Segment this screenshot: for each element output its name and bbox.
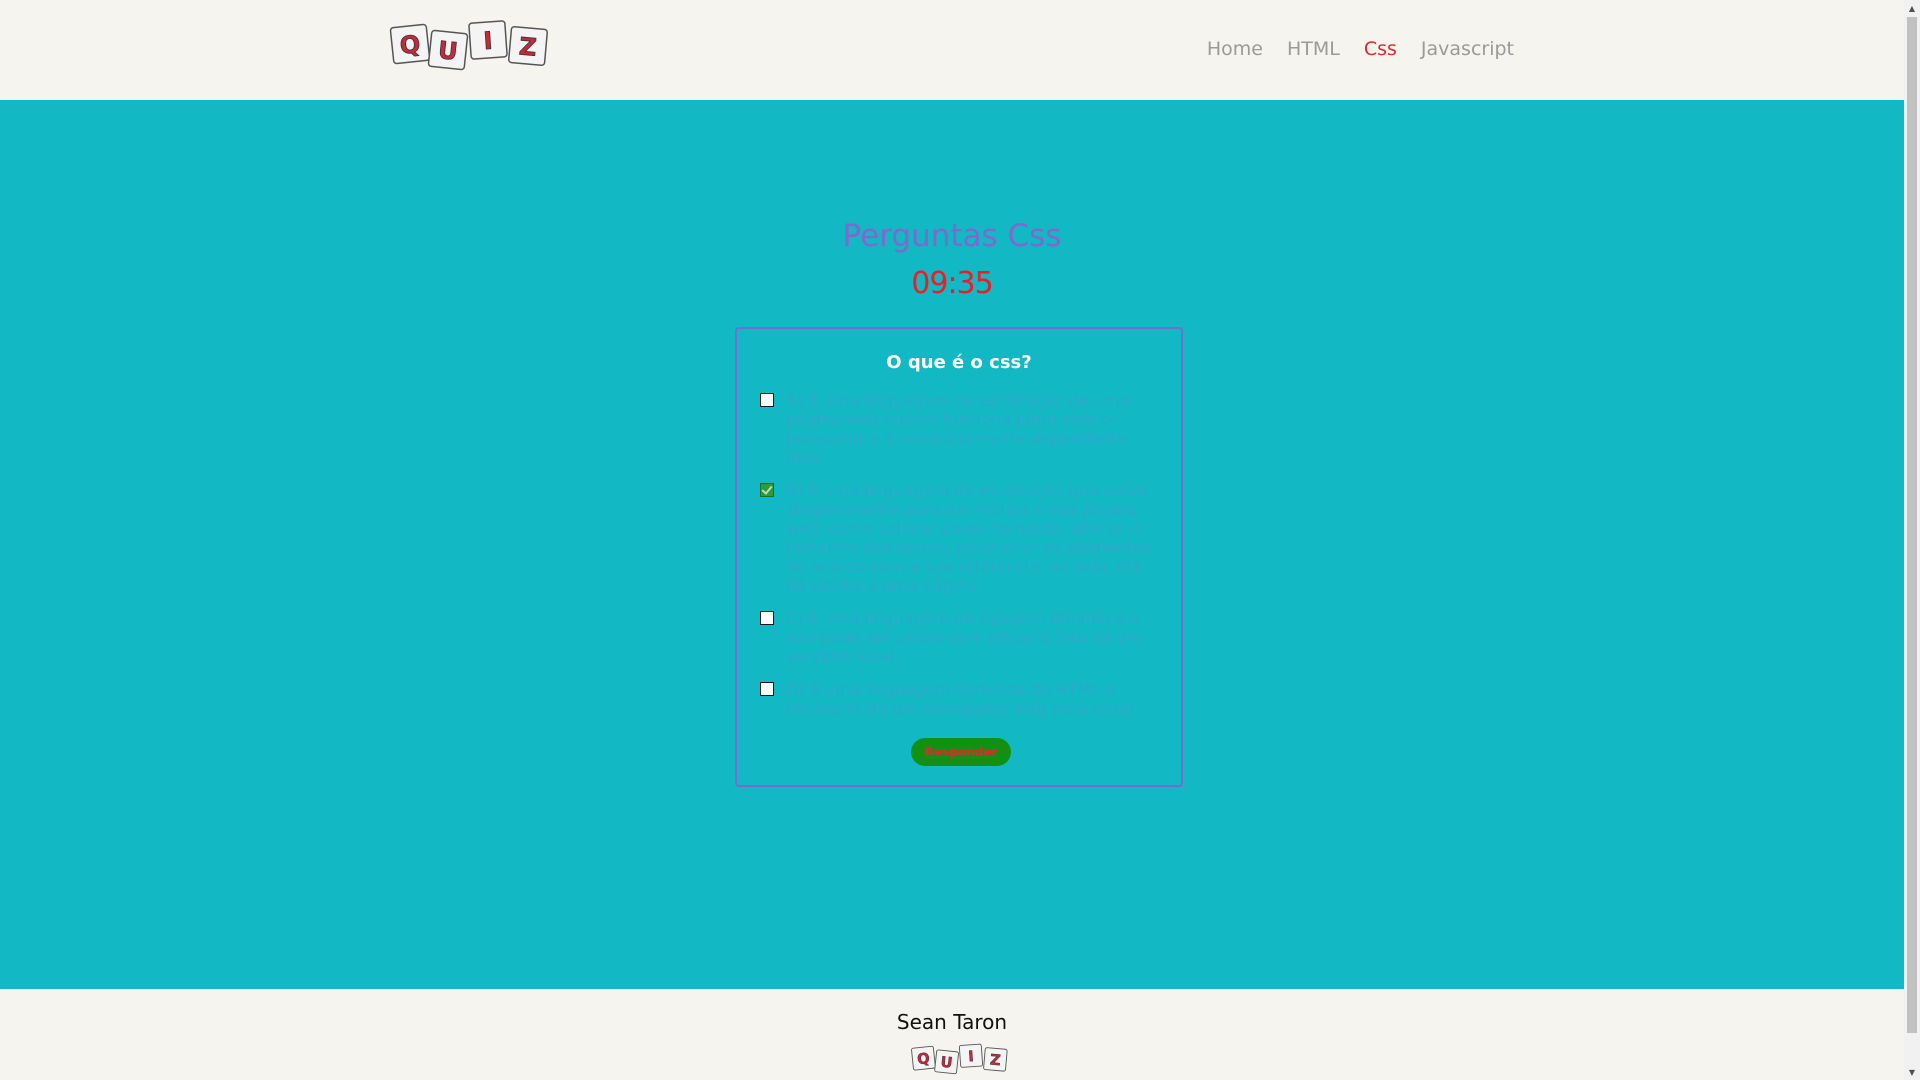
checkbox-icon[interactable]	[760, 682, 774, 696]
quiz-section: Perguntas Css 09:35 O que é o css? A) É …	[0, 100, 1904, 989]
option-a-label: A) É uma linguagem de estilização de uma…	[786, 391, 1130, 467]
nav-html[interactable]: HTML	[1287, 38, 1340, 60]
checkbox-checked-icon[interactable]	[760, 483, 774, 497]
option-c[interactable]: C) É uma linguagem de tipagem dinâmica e…	[760, 609, 1160, 666]
logo-tile-i: I	[958, 1043, 984, 1068]
logo-letter-1: Q	[398, 30, 421, 60]
logo-letter-4: Z	[989, 1051, 1001, 1069]
logo-tile-z: Z	[983, 1047, 1008, 1072]
quiz-logo[interactable]: Q U I Z	[388, 18, 552, 76]
scrollbar-thumb[interactable]	[1907, 17, 1917, 1033]
question-text: O que é o css?	[886, 352, 1032, 373]
header: Q U I Z Home HTML Css Javascript	[0, 0, 1904, 100]
logo-tile-u: U	[427, 29, 469, 71]
logo-tile-q: Q	[911, 1045, 936, 1071]
logo-tile-i: I	[468, 20, 508, 60]
footer-quiz-logo: Q U I Z	[911, 1043, 1008, 1075]
main-nav: Home HTML Css Javascript	[1207, 38, 1514, 60]
scroll-up-arrow-icon[interactable]: ▲	[1904, 0, 1920, 16]
option-d-label: D) É uma linguagem derivada do HTML e ne…	[786, 680, 1136, 718]
logo-letter-2: U	[940, 1054, 954, 1072]
option-b[interactable]: B) É uma linguagem de estilização que se…	[760, 481, 1160, 595]
page: Q U I Z Home HTML Css Javascript Pergunt…	[0, 0, 1904, 1080]
checkbox-icon[interactable]	[760, 611, 774, 625]
nav-css[interactable]: Css	[1364, 38, 1397, 60]
option-d[interactable]: D) É uma linguagem derivada do HTML e ne…	[760, 680, 1160, 718]
countdown-timer: 09:35	[911, 266, 993, 301]
scroll-down-arrow-icon[interactable]: ▼	[1904, 1064, 1920, 1080]
logo-tile-z: Z	[507, 25, 549, 67]
logo-tile-q: Q	[389, 23, 431, 65]
option-a[interactable]: A) É uma linguagem de estilização de uma…	[760, 391, 1160, 467]
nav-javascript[interactable]: Javascript	[1421, 38, 1514, 60]
logo-letter-2: U	[437, 36, 459, 66]
logo-tile-u: U	[934, 1049, 959, 1075]
answer-button[interactable]: Responder	[911, 738, 1011, 766]
nav-home[interactable]: Home	[1207, 38, 1263, 60]
checkbox-icon[interactable]	[760, 393, 774, 407]
option-c-label: C) É uma linguagem de tipagem dinâmica e…	[786, 609, 1143, 666]
author-name: Sean Taron	[896, 1010, 1008, 1034]
logo-letter-1: Q	[916, 1050, 930, 1068]
vertical-scrollbar[interactable]: ▲ ▼	[1904, 0, 1920, 1080]
logo-letter-4: Z	[518, 32, 538, 61]
page-title: Perguntas Css	[842, 218, 1062, 254]
option-b-label: B) É uma linguagem de estilização que se…	[786, 481, 1151, 595]
question-card: O que é o css? A) É uma linguagem de est…	[735, 327, 1183, 787]
